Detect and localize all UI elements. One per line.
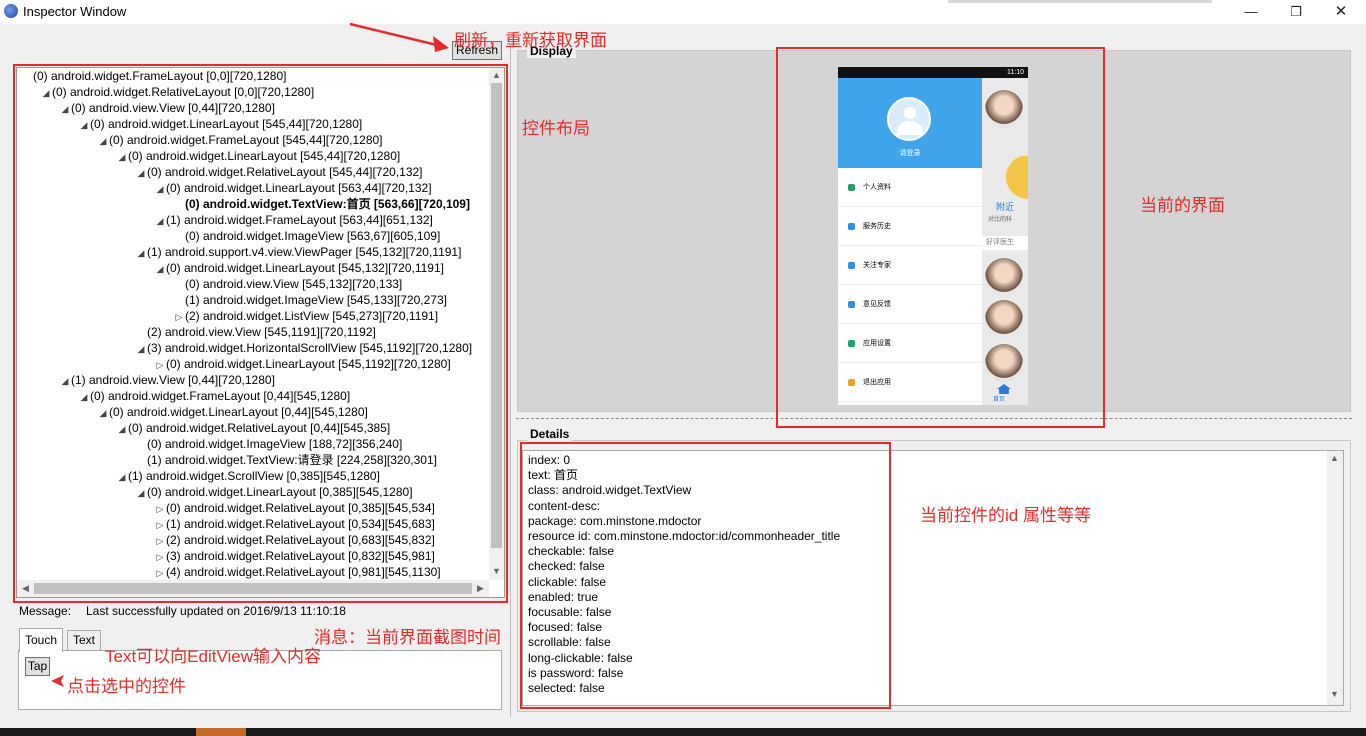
panel-divider[interactable] <box>510 45 511 717</box>
message-label: Message: <box>19 604 72 618</box>
app-icon <box>4 4 18 18</box>
annotation-tap: 点击选中的控件 <box>67 677 186 696</box>
tap-button[interactable]: Tap <box>25 657 50 676</box>
scroll-up-icon[interactable]: ▲ <box>1327 453 1342 463</box>
message-value: Last successfully updated on 2016/9/13 1… <box>86 604 346 618</box>
details-scrollbar[interactable]: ▲ ▼ <box>1327 451 1343 705</box>
annotation-box-display <box>776 47 1105 428</box>
scroll-down-icon[interactable]: ▼ <box>1327 689 1342 699</box>
title-bar-strip <box>948 0 1212 3</box>
close-button[interactable]: ✕ <box>1318 0 1364 24</box>
tab-touch[interactable]: Touch <box>19 628 64 652</box>
taskbar-app[interactable] <box>196 728 246 736</box>
annotation-attributes: 当前控件的id 属性等等 <box>920 506 1091 525</box>
title-bar <box>0 0 1366 24</box>
maximize-button[interactable]: ❐ <box>1273 0 1319 24</box>
annotation-message: 消息：当前界面截图时间 <box>314 628 501 647</box>
annotation-box-tree <box>13 64 508 603</box>
annotation-refresh: 刷新，重新获取界面 <box>454 31 607 50</box>
annotation-current-screen: 当前的界面 <box>1140 196 1225 215</box>
minimize-button[interactable]: — <box>1228 0 1274 24</box>
window-title: Inspector Window <box>23 4 127 19</box>
arrow-icon <box>349 22 449 52</box>
annotation-layout: 控件布局 <box>522 119 590 138</box>
annotation-box-details <box>520 442 891 709</box>
details-label: Details <box>527 427 573 441</box>
tab-text[interactable]: Text <box>67 630 102 650</box>
annotation-text-tab: Text可以向EditView输入内容 <box>105 647 322 666</box>
